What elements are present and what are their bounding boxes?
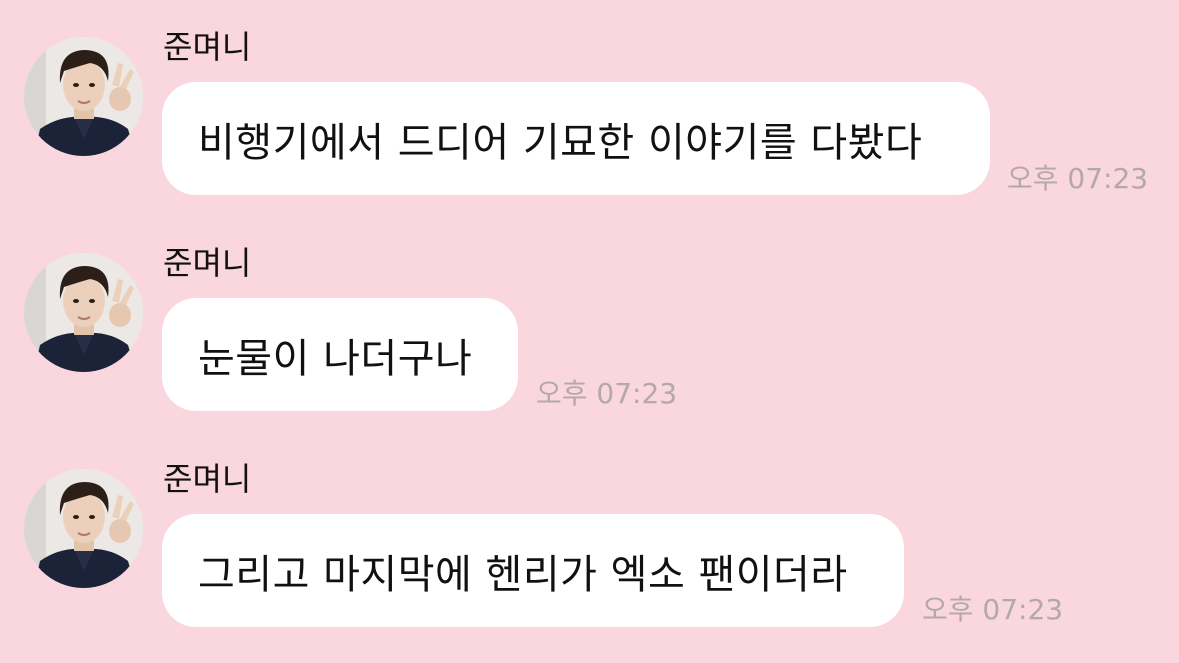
avatar[interactable] — [24, 469, 143, 588]
profile-photo-icon — [24, 469, 143, 588]
message-bubble[interactable]: 그리고 마지막에 헨리가 엑소 팬이더라 — [162, 514, 904, 627]
sender-name: 준며니 — [163, 460, 252, 498]
message-text: 그리고 마지막에 헨리가 엑소 팬이더라 — [198, 551, 848, 598]
message-timestamp: 오후 07:23 — [922, 593, 1064, 626]
chat-message: 준며니 그리고 마지막에 헨리가 엑소 팬이더라 오후 07:23 — [0, 0, 1179, 663]
